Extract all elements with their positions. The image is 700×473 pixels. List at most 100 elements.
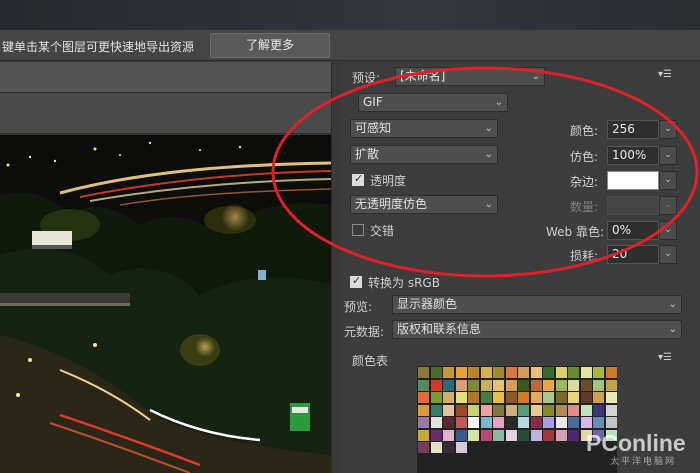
color-swatch[interactable] [593, 367, 604, 378]
color-swatch[interactable] [480, 379, 492, 391]
color-swatch[interactable] [480, 417, 492, 428]
color-swatch[interactable] [418, 417, 429, 428]
color-swatch[interactable] [443, 417, 454, 428]
color-swatch[interactable] [505, 367, 517, 378]
color-swatch[interactable] [430, 417, 442, 428]
color-swatch[interactable] [543, 379, 554, 391]
color-swatch[interactable] [543, 429, 554, 441]
color-swatch[interactable] [593, 379, 604, 391]
color-swatch[interactable] [443, 429, 454, 441]
color-swatch[interactable] [605, 404, 617, 416]
color-swatch[interactable] [530, 367, 542, 378]
color-swatch[interactable] [530, 392, 542, 403]
color-swatch[interactable] [418, 429, 429, 441]
color-swatch[interactable] [443, 404, 454, 416]
color-swatch[interactable] [430, 392, 442, 403]
color-swatch[interactable] [493, 379, 504, 391]
color-swatch[interactable] [530, 404, 542, 416]
color-swatch[interactable] [493, 429, 504, 441]
color-table-menu-icon[interactable]: ▾☰ [658, 352, 672, 363]
learn-more-button[interactable]: 了解更多 [210, 33, 330, 58]
color-swatch[interactable] [580, 379, 592, 391]
color-swatch[interactable] [593, 417, 604, 428]
color-swatch[interactable] [505, 392, 517, 403]
color-swatch[interactable] [418, 367, 429, 378]
color-swatch[interactable] [443, 442, 454, 453]
color-swatch[interactable] [505, 429, 517, 441]
color-swatch[interactable] [418, 392, 429, 403]
color-swatch[interactable] [518, 404, 529, 416]
color-swatch[interactable] [568, 392, 579, 403]
color-swatch[interactable] [493, 392, 504, 403]
color-swatch[interactable] [568, 379, 579, 391]
color-swatch[interactable] [468, 392, 479, 403]
metadata-dropdown[interactable]: 版权和联系信息 ⌄ [392, 320, 682, 339]
color-swatch[interactable] [593, 392, 604, 403]
preview-dropdown[interactable]: 显示器颜色 ⌄ [392, 295, 682, 314]
color-swatch[interactable] [568, 404, 579, 416]
color-swatch[interactable] [443, 392, 454, 403]
color-swatch[interactable] [530, 417, 542, 428]
color-swatch[interactable] [455, 404, 467, 416]
color-swatch[interactable] [555, 367, 567, 378]
color-swatch[interactable] [555, 417, 567, 428]
color-swatch[interactable] [568, 367, 579, 378]
color-swatch[interactable] [518, 417, 529, 428]
color-swatch[interactable] [543, 392, 554, 403]
color-swatch[interactable] [468, 379, 479, 391]
color-swatch[interactable] [555, 379, 567, 391]
color-swatch[interactable] [468, 367, 479, 378]
color-swatch[interactable] [580, 417, 592, 428]
color-swatch[interactable] [443, 367, 454, 378]
color-swatch[interactable] [518, 392, 529, 403]
color-swatch[interactable] [455, 442, 467, 453]
color-swatch[interactable] [568, 429, 579, 441]
color-swatch[interactable] [455, 379, 467, 391]
color-swatch[interactable] [568, 417, 579, 428]
color-swatch[interactable] [518, 429, 529, 441]
color-swatch[interactable] [580, 404, 592, 416]
color-swatch[interactable] [505, 417, 517, 428]
color-swatch[interactable] [443, 379, 454, 391]
color-swatch[interactable] [555, 429, 567, 441]
color-swatch[interactable] [593, 404, 604, 416]
color-swatch[interactable] [518, 367, 529, 378]
color-swatch[interactable] [480, 367, 492, 378]
color-swatch[interactable] [543, 417, 554, 428]
color-swatch[interactable] [430, 429, 442, 441]
color-swatch[interactable] [530, 379, 542, 391]
color-swatch[interactable] [493, 404, 504, 416]
color-swatch[interactable] [418, 379, 429, 391]
color-swatch[interactable] [455, 417, 467, 428]
color-swatch[interactable] [505, 379, 517, 391]
color-swatch[interactable] [605, 392, 617, 403]
color-swatch[interactable] [605, 417, 617, 428]
color-swatch[interactable] [418, 442, 429, 453]
color-swatch[interactable] [480, 392, 492, 403]
color-swatch[interactable] [418, 404, 429, 416]
color-swatch[interactable] [430, 367, 442, 378]
color-swatch[interactable] [468, 417, 479, 428]
color-swatch[interactable] [605, 367, 617, 378]
color-swatch[interactable] [580, 367, 592, 378]
color-swatch[interactable] [468, 404, 479, 416]
color-swatch[interactable] [430, 404, 442, 416]
color-swatch[interactable] [543, 367, 554, 378]
color-swatch[interactable] [493, 417, 504, 428]
color-swatch[interactable] [430, 442, 442, 453]
color-swatch[interactable] [480, 404, 492, 416]
color-swatch[interactable] [580, 392, 592, 403]
color-swatch[interactable] [480, 429, 492, 441]
color-swatch[interactable] [468, 429, 479, 441]
color-swatch[interactable] [455, 392, 467, 403]
color-swatch[interactable] [455, 429, 467, 441]
color-swatch[interactable] [530, 429, 542, 441]
color-swatch[interactable] [543, 404, 554, 416]
color-swatch[interactable] [605, 379, 617, 391]
color-swatch[interactable] [430, 379, 442, 391]
color-swatch[interactable] [555, 392, 567, 403]
color-swatch[interactable] [455, 367, 467, 378]
color-swatch[interactable] [505, 404, 517, 416]
color-swatch[interactable] [555, 404, 567, 416]
color-swatch[interactable] [518, 379, 529, 391]
